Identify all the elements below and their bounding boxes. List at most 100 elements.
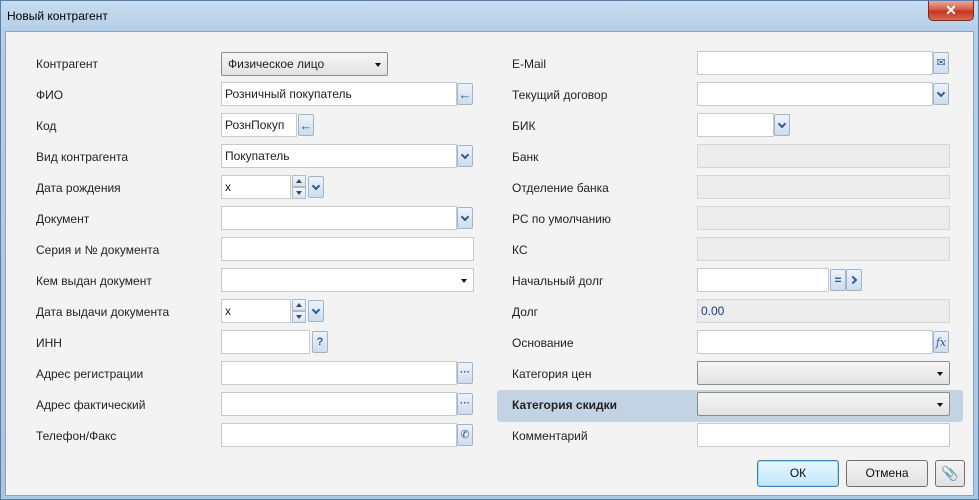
birth-date-spinner[interactable]: [292, 175, 306, 199]
code-arrow-button[interactable]: ←: [298, 114, 314, 136]
debt-label: Долг: [512, 305, 539, 319]
init-debt-label: Начальный долг: [512, 274, 604, 288]
price-category-select[interactable]: [697, 361, 950, 385]
birth-date-input[interactable]: x: [221, 175, 291, 199]
kind-value: Покупатель: [225, 149, 290, 163]
comment-input[interactable]: [697, 423, 950, 447]
phone-label: Телефон/Факс: [36, 429, 117, 443]
arrow-left-icon: ←: [458, 86, 472, 102]
discount-cat-label: Категория скидки: [512, 398, 617, 412]
inn-help-button[interactable]: ?: [312, 331, 328, 353]
email-send-button[interactable]: ✉: [933, 52, 949, 74]
issue-date-label: Дата выдачи документа: [36, 305, 170, 319]
fact-addr-browse-button[interactable]: ···: [457, 393, 473, 415]
bank-label: Банк: [512, 150, 539, 164]
kind-dropdown-button[interactable]: [457, 145, 473, 167]
init-debt-next-button[interactable]: [846, 269, 862, 291]
inn-label: ИНН: [36, 336, 62, 350]
debt-field: 0.00: [697, 299, 950, 323]
fio-arrow-button[interactable]: ←: [457, 83, 473, 105]
fio-label: ФИО: [36, 88, 64, 102]
account-label: РС по умолчанию: [512, 212, 611, 226]
bik-dropdown-button[interactable]: [774, 114, 790, 136]
counterparty-label: Контрагент: [36, 57, 99, 71]
attach-button[interactable]: 📎: [935, 460, 965, 487]
chevron-down-icon: [936, 88, 946, 97]
issued-by-label: Кем выдан документ: [36, 274, 152, 288]
dropdown-arrow-icon: [937, 403, 943, 407]
spin-down-icon[interactable]: [292, 311, 306, 323]
close-button[interactable]: ✕: [928, 1, 974, 21]
close-icon: ✕: [945, 2, 957, 18]
paperclip-icon: 📎: [941, 465, 959, 481]
price-cat-label: Категория цен: [512, 367, 592, 381]
cancel-button[interactable]: Отмена: [846, 460, 928, 487]
chevron-down-icon: [460, 212, 470, 221]
discount-category-select[interactable]: [697, 392, 950, 416]
issue-date-spinner[interactable]: [292, 299, 306, 323]
comment-label: Комментарий: [512, 429, 588, 443]
doc-label: Документ: [36, 212, 90, 226]
birth-label: Дата рождения: [36, 181, 121, 195]
basis-input[interactable]: [697, 330, 933, 354]
spin-up-icon[interactable]: [292, 175, 306, 187]
account-field: [697, 206, 950, 230]
fio-input[interactable]: Розничный покупатель: [221, 82, 457, 106]
issue-date-value: x: [225, 304, 231, 318]
dialog-window: Новый контрагент ✕ Контрагент Физическое…: [0, 0, 979, 500]
spin-down-icon[interactable]: [292, 187, 306, 199]
reg-addr-browse-button[interactable]: ···: [457, 362, 473, 384]
dropdown-arrow-icon: [937, 372, 943, 376]
phone-call-button[interactable]: ✆: [457, 424, 473, 446]
email-input[interactable]: [697, 51, 933, 75]
basis-label: Основание: [512, 336, 574, 350]
init-debt-input[interactable]: [697, 268, 829, 292]
arrow-left-icon: ←: [299, 117, 313, 133]
debt-value: 0.00: [701, 304, 725, 318]
birth-date-dropdown-button[interactable]: [308, 176, 324, 198]
birth-date-value: x: [225, 180, 231, 194]
fact-addr-input[interactable]: [221, 392, 457, 416]
reg-addr-label: Адрес регистрации: [36, 367, 144, 381]
chevron-down-icon: [311, 181, 321, 190]
fact-addr-label: Адрес фактический: [36, 398, 146, 412]
issue-date-input[interactable]: x: [221, 299, 291, 323]
basis-formula-button[interactable]: fx: [933, 331, 949, 353]
doc-input[interactable]: [221, 206, 457, 230]
issue-date-dropdown-button[interactable]: [308, 300, 324, 322]
ks-label: КС: [512, 243, 528, 257]
form-area: Контрагент Физическое лицо ФИО Розничный…: [5, 31, 974, 496]
code-input[interactable]: РознПокуп: [221, 113, 297, 137]
contract-label: Текущий договор: [512, 88, 608, 102]
dropdown-arrow-icon: [375, 63, 381, 67]
function-icon: fx: [935, 335, 947, 349]
inn-input[interactable]: [221, 330, 310, 354]
doc-dropdown-button[interactable]: [457, 207, 473, 229]
title-bar[interactable]: Новый контрагент ✕: [1, 1, 978, 31]
envelope-icon: ✉: [936, 56, 946, 69]
question-icon: ?: [316, 335, 324, 348]
contract-dropdown-button[interactable]: [933, 83, 949, 105]
dropdown-arrow-icon: [461, 279, 467, 283]
doc-series-label: Серия и № документа: [36, 243, 160, 257]
ok-button[interactable]: ОК: [757, 460, 839, 487]
reg-addr-input[interactable]: [221, 361, 457, 385]
branch-label: Отделение банка: [512, 181, 609, 195]
issued-by-select[interactable]: [221, 268, 474, 292]
code-label: Код: [36, 119, 57, 133]
phone-input[interactable]: [221, 423, 457, 447]
chevron-down-icon: [777, 119, 787, 128]
spin-up-icon[interactable]: [292, 299, 306, 311]
kind-input[interactable]: Покупатель: [221, 144, 457, 168]
phone-icon: ✆: [460, 428, 470, 441]
fio-value: Розничный покупатель: [225, 87, 352, 101]
doc-series-input[interactable]: [221, 237, 474, 261]
counterparty-type-select[interactable]: Физическое лицо: [221, 52, 388, 76]
bank-field: [697, 144, 950, 168]
chevron-right-icon: [848, 275, 858, 285]
bik-input[interactable]: [697, 113, 774, 137]
init-debt-equals-button[interactable]: =: [830, 269, 846, 291]
email-label: E-Mail: [512, 57, 547, 71]
contract-input[interactable]: [697, 82, 933, 106]
chevron-down-icon: [460, 150, 470, 159]
